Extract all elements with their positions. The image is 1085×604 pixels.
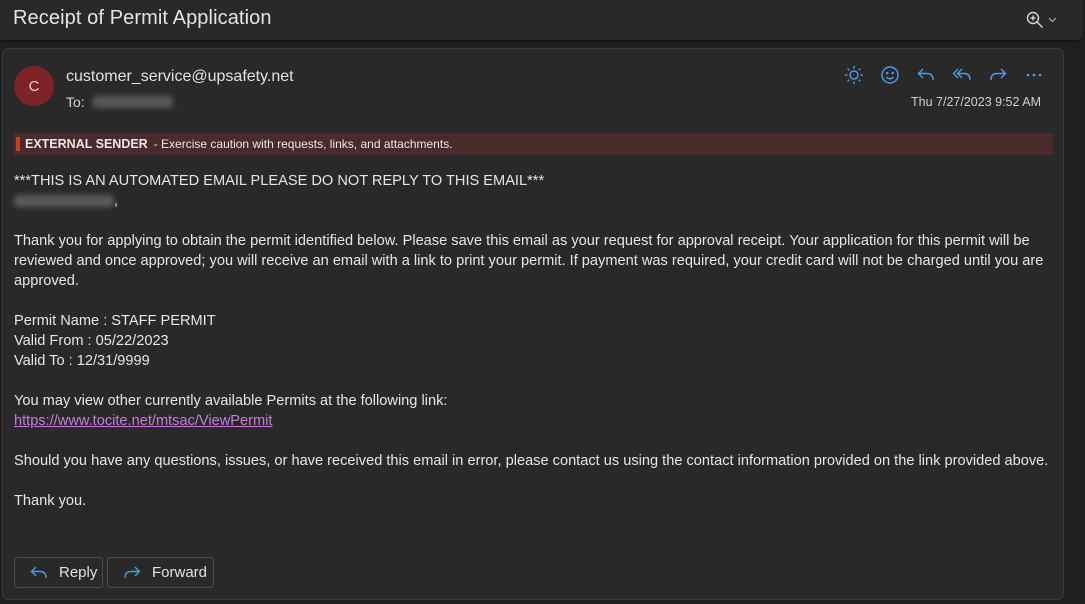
- external-sender-banner: EXTERNAL SENDER - Exercise caution with …: [14, 133, 1053, 155]
- reply-icon: [916, 65, 936, 85]
- banner-text: - Exercise caution with requests, links,…: [153, 137, 453, 151]
- body-paragraph-1: Thank you for applying to obtain the per…: [14, 233, 1044, 289]
- more-icon: [1024, 65, 1044, 85]
- to-label: To:: [66, 94, 85, 110]
- right-gutter: [1066, 44, 1085, 604]
- greeting-comma: ,: [114, 193, 119, 209]
- reply-icon: [29, 564, 49, 582]
- recipient-redacted: [92, 96, 173, 108]
- link-intro: You may view other currently available P…: [14, 393, 448, 409]
- message-actions: [843, 64, 1045, 86]
- closing: Thank you.: [14, 493, 87, 509]
- forward-icon: [988, 65, 1008, 85]
- message-timestamp: Thu 7/27/2023 9:52 AM: [911, 95, 1041, 109]
- reply-button-label: Reply: [59, 564, 98, 581]
- zoom-in-icon: [1026, 11, 1044, 29]
- recipient-name-redacted: [14, 195, 114, 208]
- forward-button-label: Forward: [152, 564, 208, 581]
- more-actions-button[interactable]: [1023, 64, 1045, 86]
- forward-button[interactable]: Forward: [107, 557, 214, 588]
- chevron-down-icon: [1048, 17, 1057, 23]
- immersive-reader-button[interactable]: [843, 64, 865, 86]
- zoom-button[interactable]: [1026, 9, 1062, 31]
- automated-notice: ***THIS IS AN AUTOMATED EMAIL PLEASE DO …: [14, 173, 545, 189]
- title-bar: Receipt of Permit Application: [0, 0, 1083, 40]
- forward-icon: [122, 564, 142, 582]
- reply-all-action-button[interactable]: [951, 64, 973, 86]
- permit-name: Permit Name : STAFF PERMIT: [14, 313, 216, 329]
- banner-label: EXTERNAL SENDER: [25, 137, 148, 151]
- message-card: C customer_service@upsafety.net To: Thu …: [2, 48, 1064, 600]
- body-paragraph-2: Should you have any questions, issues, o…: [14, 453, 1049, 469]
- recipient-row: To:: [66, 94, 173, 110]
- message-subject: Receipt of Permit Application: [13, 7, 272, 29]
- smiley-icon: [880, 65, 900, 85]
- valid-to: Valid To : 12/31/9999: [14, 353, 150, 369]
- warning-bar: [16, 137, 20, 151]
- greeting: ,: [14, 191, 1054, 211]
- reply-all-icon: [952, 65, 972, 85]
- reply-button[interactable]: Reply: [14, 557, 103, 588]
- sun-icon: [844, 65, 864, 85]
- avatar[interactable]: C: [14, 66, 54, 106]
- forward-action-button[interactable]: [987, 64, 1009, 86]
- valid-from: Valid From : 05/22/2023: [14, 333, 169, 349]
- reactions-button[interactable]: [879, 64, 901, 86]
- message-body: ***THIS IS AN AUTOMATED EMAIL PLEASE DO …: [14, 171, 1054, 511]
- sender-address[interactable]: customer_service@upsafety.net: [66, 68, 294, 86]
- reply-action-button[interactable]: [915, 64, 937, 86]
- view-permit-link[interactable]: https://www.tocite.net/mtsac/ViewPermit: [14, 413, 272, 429]
